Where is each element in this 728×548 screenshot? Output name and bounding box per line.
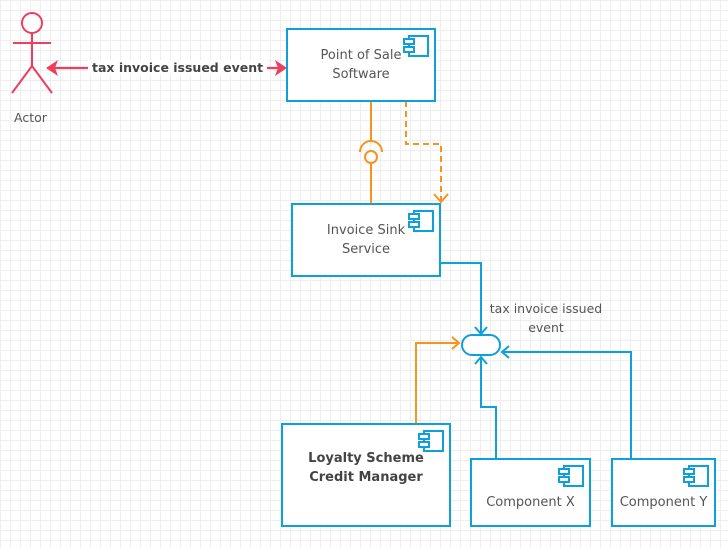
- loyalty-event-arrow[interactable]: [415, 336, 461, 424]
- component-label: Invoice Sink Service: [326, 223, 406, 257]
- component-invoice-sink[interactable]: Invoice Sink Service: [291, 203, 441, 277]
- dashed-dependency-arrow[interactable]: [405, 101, 449, 204]
- actor-link-label: tax invoice issued event: [88, 60, 268, 75]
- event-node-label: tax invoice issued event: [489, 301, 603, 335]
- component-icon: [418, 430, 444, 452]
- component-x[interactable]: Component X: [470, 458, 591, 527]
- component-label: Loyalty Scheme Credit Manager: [308, 451, 424, 485]
- component-icon: [683, 465, 709, 487]
- actor-stick-figure-icon[interactable]: [11, 12, 53, 94]
- component-label: Component Y: [619, 495, 708, 510]
- component-label: Point of Sale Software: [320, 48, 402, 82]
- ball-and-socket-interface[interactable]: [359, 101, 383, 204]
- component-loyalty-scheme[interactable]: Loyalty Scheme Credit Manager: [281, 423, 451, 527]
- sink-event-arrow[interactable]: [440, 262, 488, 336]
- component-y[interactable]: Component Y: [611, 458, 716, 527]
- component-label: Component X: [486, 495, 575, 510]
- component-icon: [403, 35, 429, 57]
- event-node[interactable]: [461, 334, 501, 356]
- component-icon: [408, 210, 434, 232]
- compx-event-arrow[interactable]: [474, 355, 497, 459]
- component-point-of-sale[interactable]: Point of Sale Software: [286, 28, 436, 102]
- actor-label: Actor: [14, 110, 47, 125]
- compy-event-arrow[interactable]: [500, 345, 632, 459]
- component-icon: [558, 465, 584, 487]
